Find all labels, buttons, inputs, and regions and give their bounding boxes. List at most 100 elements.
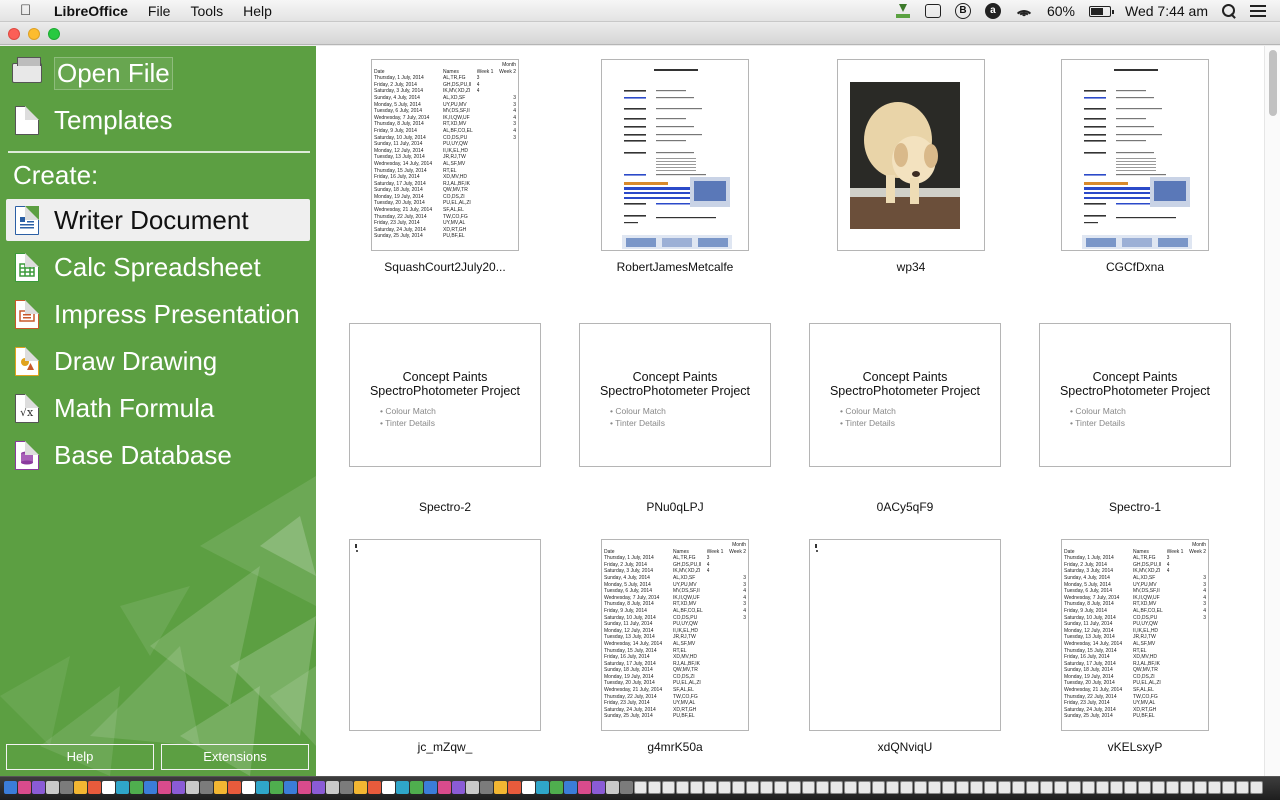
scrollbar-thumb[interactable] [1269,50,1277,116]
dock-app-icon[interactable] [200,781,213,794]
dock-app-icon[interactable] [186,781,199,794]
dock-app-icon[interactable] [774,781,787,794]
document-thumbnail[interactable]: Concept Paints SpectroPhotometer Project •… [1039,323,1231,467]
dock-app-icon[interactable] [354,781,367,794]
dock-app-icon[interactable] [102,781,115,794]
dock-app-icon[interactable] [284,781,297,794]
dock-app-icon[interactable] [424,781,437,794]
dock-app-icon[interactable] [508,781,521,794]
dock-app-icon[interactable] [704,781,717,794]
dock-app-icon[interactable] [816,781,829,794]
dock-app-icon[interactable] [606,781,619,794]
dock-app-icon[interactable] [1208,781,1221,794]
file-menu[interactable]: File [148,3,171,19]
dock-app-icon[interactable] [60,781,73,794]
wifi-icon[interactable] [1014,4,1033,18]
minimize-window-button[interactable] [28,28,40,40]
app-menu[interactable]: LibreOffice [54,3,128,19]
create-math-formula-button[interactable]: √x Math Formula [6,387,310,429]
dock-app-icon[interactable] [410,781,423,794]
document-thumbnail[interactable] [1061,59,1209,251]
dock-app-icon[interactable] [46,781,59,794]
dock-app-icon[interactable] [438,781,451,794]
dock-app-icon[interactable] [956,781,969,794]
document-thumbnail[interactable]: Month Date Names Week 1 Week 2 Thursday, 1 Ju… [601,539,749,731]
tools-menu[interactable]: Tools [190,3,223,19]
dock-app-icon[interactable] [844,781,857,794]
dock-app-icon[interactable] [872,781,885,794]
clock[interactable]: Wed 7:44 am [1125,3,1208,19]
create-impress-presentation-button[interactable]: Impress Presentation [6,293,310,335]
dock-app-icon[interactable] [74,781,87,794]
document-thumbnail[interactable] [349,539,541,731]
dock-app-icon[interactable] [1068,781,1081,794]
dock-app-icon[interactable] [998,781,1011,794]
document-thumbnail[interactable]: Month Date Names Week 1 Week 2 Thursday, 1 Ju… [1061,539,1209,731]
dock-app-icon[interactable] [466,781,479,794]
dock-app-icon[interactable] [298,781,311,794]
dock-app-icon[interactable] [1250,781,1263,794]
dock-app-icon[interactable] [382,781,395,794]
dock-app-icon[interactable] [228,781,241,794]
battery-icon[interactable] [1088,5,1114,17]
dock-app-icon[interactable] [396,781,409,794]
open-file-button[interactable]: Open File [6,52,310,94]
dock-app-icon[interactable] [578,781,591,794]
dock-app-icon[interactable] [634,781,647,794]
dock-app-icon[interactable] [4,781,17,794]
dock-app-icon[interactable] [550,781,563,794]
dock-app-icon[interactable] [900,781,913,794]
dock-app-icon[interactable] [1124,781,1137,794]
dock-app-icon[interactable] [130,781,143,794]
dock-app-icon[interactable] [760,781,773,794]
dock-app-icon[interactable] [984,781,997,794]
dock-app-icon[interactable] [1040,781,1053,794]
dock-app-icon[interactable] [172,781,185,794]
dock-app-icon[interactable] [1096,781,1109,794]
dock-app-icon[interactable] [340,781,353,794]
document-name[interactable]: Spectro-1 [1035,500,1235,514]
document-name[interactable]: SquashCourt2July20... [345,260,545,274]
document-name[interactable]: g4mrK50a [575,740,775,754]
dock-app-icon[interactable] [480,781,493,794]
dock-app-icon[interactable] [914,781,927,794]
document-thumbnail[interactable] [837,59,985,251]
dock-app-icon[interactable] [1026,781,1039,794]
dock-app-icon[interactable] [1082,781,1095,794]
dock-app-icon[interactable] [858,781,871,794]
dock-app-icon[interactable] [886,781,899,794]
create-writer-document-button[interactable]: Writer Document [6,199,310,241]
dock-app-icon[interactable] [1180,781,1193,794]
document-thumbnail[interactable] [809,539,1001,731]
templates-button[interactable]: Templates [6,99,310,141]
dock-app-icon[interactable] [214,781,227,794]
dock-app-icon[interactable] [830,781,843,794]
notification-list-icon[interactable] [1250,5,1266,17]
dock-app-icon[interactable] [620,781,633,794]
document-name[interactable]: vKELsxyP [1035,740,1235,754]
quotes-icon[interactable] [924,4,941,18]
dock-app-icon[interactable] [592,781,605,794]
dock-app-icon[interactable] [270,781,283,794]
dock-app-icon[interactable] [1138,781,1151,794]
dock-app-icon[interactable] [312,781,325,794]
dock-app-icon[interactable] [32,781,45,794]
dock-app-icon[interactable] [326,781,339,794]
document-name[interactable]: PNu0qLPJ [575,500,775,514]
create-base-database-button[interactable]: Base Database [6,434,310,476]
document-name[interactable]: xdQNviqU [805,740,1005,754]
document-name[interactable]: jc_mZqw_ [345,740,545,754]
dock-app-icon[interactable] [522,781,535,794]
dock-app-icon[interactable] [536,781,549,794]
dock-app-icon[interactable] [1012,781,1025,794]
dock-app-icon[interactable] [1152,781,1165,794]
dock-app-icon[interactable] [242,781,255,794]
dock-app-icon[interactable] [676,781,689,794]
apple-icon[interactable]:  [20,2,38,19]
zoom-window-button[interactable] [48,28,60,40]
dock-app-icon[interactable] [158,781,171,794]
document-name[interactable]: 0ACy5qF9 [805,500,1005,514]
dock-app-icon[interactable] [690,781,703,794]
dock-app-icon[interactable] [144,781,157,794]
document-thumbnail[interactable]: Month Date Names Week 1 Week 2 Thursday, 1 Ju… [371,59,519,251]
